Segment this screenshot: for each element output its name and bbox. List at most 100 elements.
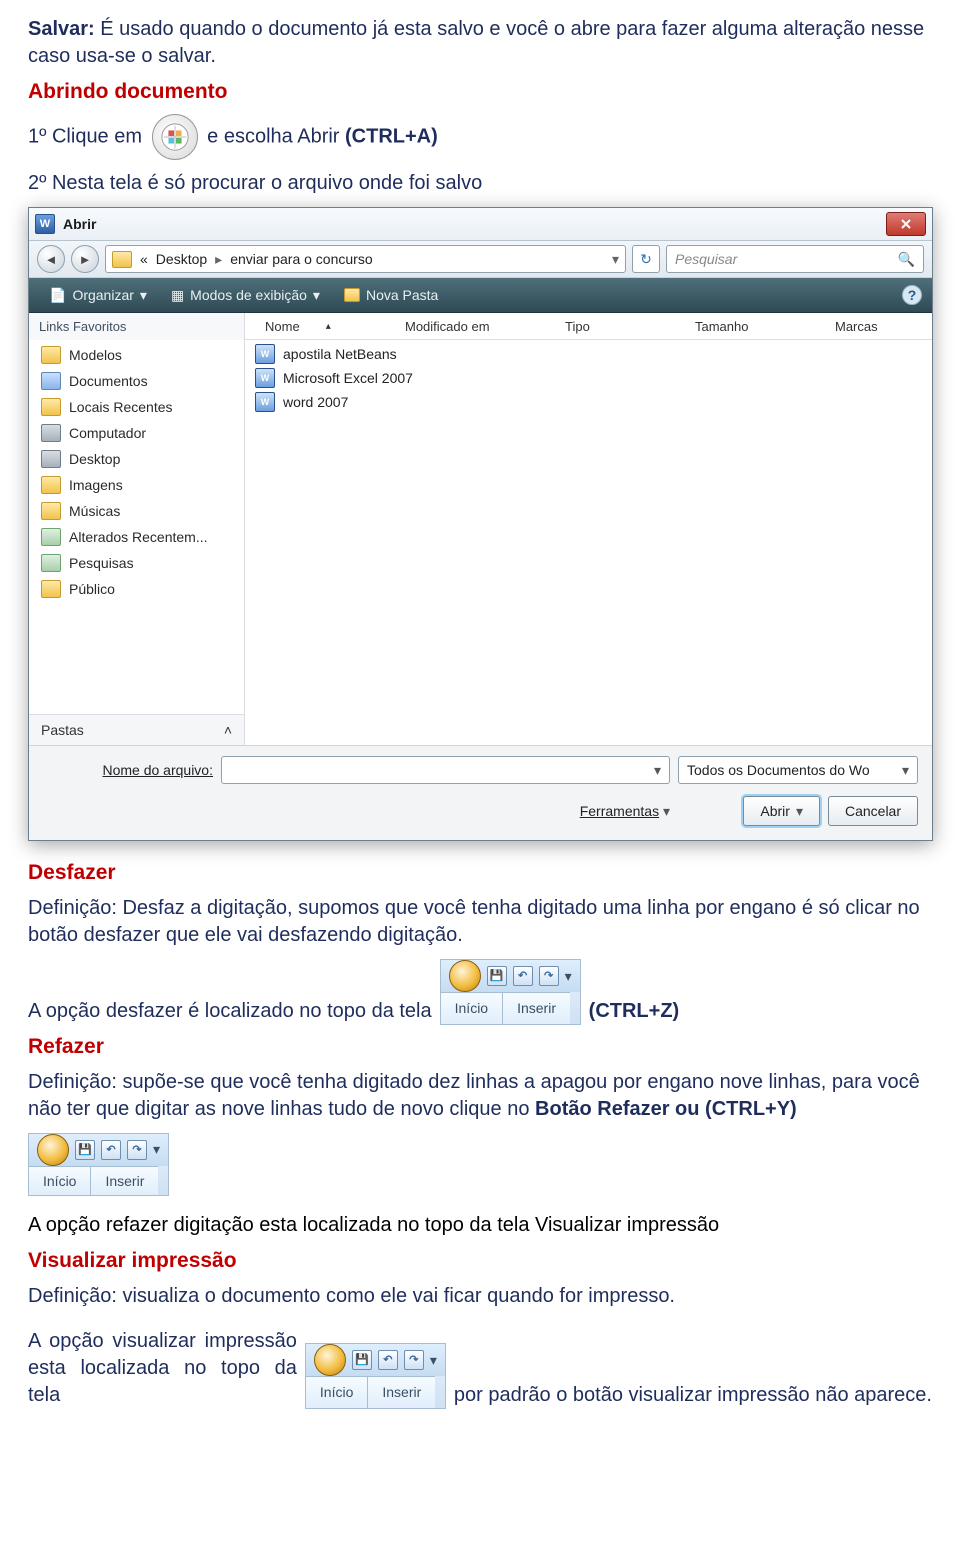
sidebar-item[interactable]: Pesquisas — [29, 550, 244, 576]
chevron-down-icon[interactable]: ▾ — [612, 251, 619, 268]
file-list: Wapostila NetBeansWMicrosoft Excel 2007W… — [245, 340, 932, 745]
folder-icon — [41, 398, 61, 416]
search-icon: 🔍 — [898, 251, 915, 268]
visualizar-location: A opção visualizar impressão esta locali… — [28, 1328, 932, 1409]
file-row[interactable]: WMicrosoft Excel 2007 — [245, 366, 932, 390]
tab-inserir: Inserir — [367, 1376, 435, 1408]
open-button[interactable]: Abrir▾ — [743, 796, 820, 826]
close-button[interactable] — [886, 212, 926, 236]
folder-icon — [41, 554, 61, 572]
sidebar-item[interactable]: Desktop — [29, 446, 244, 472]
abrindo-heading: Abrindo documento — [28, 80, 932, 104]
folder-icon — [41, 424, 61, 442]
save-icon: 💾 — [352, 1350, 372, 1370]
chevron-down-icon[interactable]: ▾ — [902, 762, 909, 779]
folder-icon — [41, 502, 61, 520]
folder-icon — [112, 251, 132, 268]
back-button[interactable]: ◄ — [37, 245, 65, 273]
word-doc-icon: W — [255, 392, 275, 412]
chevron-up-icon: ˄ — [224, 722, 232, 738]
new-folder-button[interactable]: Nova Pasta — [334, 284, 448, 306]
nav-row: ◄ ► « Desktop ▸ enviar para o concurso ▾… — [29, 241, 932, 278]
col-size[interactable]: Tamanho — [685, 319, 825, 334]
desfazer-location: A opção desfazer é localizado no topo da… — [28, 959, 932, 1025]
folders-toggle[interactable]: Pastas˄ — [29, 714, 244, 745]
word-icon: W — [35, 214, 55, 234]
col-marks[interactable]: Marcas — [825, 319, 888, 334]
sidebar-item[interactable]: Modelos — [29, 342, 244, 368]
open-dialog: W Abrir ◄ ► « Desktop ▸ enviar para o co… — [28, 207, 933, 841]
tab-inicio: Início — [441, 992, 502, 1024]
views-button[interactable]: ▦ Modos de exibição ▾ — [161, 284, 330, 307]
sidebar-heading: Links Favoritos — [29, 313, 244, 340]
office-button-icon — [37, 1134, 69, 1166]
office-button-icon — [152, 114, 198, 160]
desfazer-heading: Desfazer — [28, 861, 932, 885]
column-headers: Nome ▴ Modificado em Tipo Tamanho Marcas — [245, 313, 932, 340]
step-2: 2º Nesta tela é só procurar o arquivo on… — [28, 170, 932, 197]
tab-inicio: Início — [29, 1166, 90, 1195]
undo-icon: ↶ — [101, 1140, 121, 1160]
office-button-icon — [449, 960, 481, 992]
ribbon-snippet: 💾 ↶ ↷ ▾ Início Inserir — [28, 1133, 169, 1196]
visualizar-definition: Definição: visualiza o documento como el… — [28, 1283, 932, 1310]
col-name[interactable]: Nome ▴ — [245, 319, 395, 334]
cancel-button[interactable]: Cancelar — [828, 796, 918, 826]
sidebar-item[interactable]: Documentos — [29, 368, 244, 394]
file-row[interactable]: Wword 2007 — [245, 390, 932, 414]
sidebar-item[interactable]: Computador — [29, 420, 244, 446]
forward-button[interactable]: ► — [71, 245, 99, 273]
office-button-icon — [314, 1344, 346, 1376]
tab-inserir: Inserir — [90, 1166, 158, 1195]
sidebar-item[interactable]: Alterados Recentem... — [29, 524, 244, 550]
ribbon-snippet: 💾 ↶ ↷ ▾ Início Inserir — [305, 1343, 446, 1409]
refresh-button[interactable]: ↻ — [632, 245, 660, 273]
dialog-toolbar: 📄 Organizar ▾ ▦ Modos de exibição ▾ Nova… — [29, 278, 932, 313]
filename-label: Nome do arquivo: — [102, 762, 213, 778]
undo-icon: ↶ — [513, 966, 533, 986]
undo-icon: ↶ — [378, 1350, 398, 1370]
tools-button[interactable]: Ferramentas ▾ — [580, 803, 670, 820]
visualizar-heading: Visualizar impressão — [28, 1249, 932, 1273]
organize-button[interactable]: 📄 Organizar ▾ — [39, 284, 157, 307]
sidebar-item[interactable]: Público — [29, 576, 244, 602]
word-doc-icon: W — [255, 368, 275, 388]
chevron-down-icon[interactable]: ▾ — [654, 762, 661, 779]
filename-field[interactable]: ▾ — [221, 756, 670, 784]
ribbon-snippet: 💾 ↶ ↷ ▾ Início Inserir — [440, 959, 581, 1025]
folder-icon — [41, 476, 61, 494]
sidebar-item[interactable]: Imagens — [29, 472, 244, 498]
redo-icon: ↷ — [539, 966, 559, 986]
save-icon: 💾 — [75, 1140, 95, 1160]
redo-icon: ↷ — [404, 1350, 424, 1370]
salvar-definition: É usado quando o documento já esta salvo… — [28, 18, 924, 67]
redo-icon: ↷ — [127, 1140, 147, 1160]
salvar-label: Salvar: — [28, 18, 95, 40]
folder-icon — [41, 528, 61, 546]
refazer-definition: Definição: supõe-se que você tenha digit… — [28, 1069, 932, 1123]
folder-icon — [41, 346, 61, 364]
word-doc-icon: W — [255, 344, 275, 364]
sidebar: Links Favoritos ModelosDocumentosLocais … — [29, 313, 245, 745]
folder-icon — [41, 450, 61, 468]
tab-inicio: Início — [306, 1376, 367, 1408]
col-type[interactable]: Tipo — [555, 319, 685, 334]
folder-icon — [41, 372, 61, 390]
search-input[interactable]: Pesquisar 🔍 — [666, 245, 924, 273]
refazer-heading: Refazer — [28, 1035, 932, 1059]
col-modified[interactable]: Modificado em — [395, 319, 555, 334]
dialog-title: Abrir — [63, 216, 96, 232]
save-icon: 💾 — [487, 966, 507, 986]
sidebar-item[interactable]: Locais Recentes — [29, 394, 244, 420]
filetype-field[interactable]: Todos os Documentos do Wo▾ — [678, 756, 918, 784]
step-1: 1º Clique em e escolha Abrir (CTRL+A) — [28, 114, 932, 160]
breadcrumb[interactable]: « Desktop ▸ enviar para o concurso ▾ — [105, 245, 626, 273]
help-button[interactable]: ? — [902, 285, 922, 305]
sidebar-item[interactable]: Músicas — [29, 498, 244, 524]
folder-icon — [41, 580, 61, 598]
dialog-titlebar: W Abrir — [29, 208, 932, 241]
file-row[interactable]: Wapostila NetBeans — [245, 342, 932, 366]
desfazer-definition: Definição: Desfaz a digitação, supomos q… — [28, 895, 932, 949]
refazer-location: A opção refazer digitação esta localizad… — [28, 1212, 932, 1239]
tab-inserir: Inserir — [502, 992, 570, 1024]
